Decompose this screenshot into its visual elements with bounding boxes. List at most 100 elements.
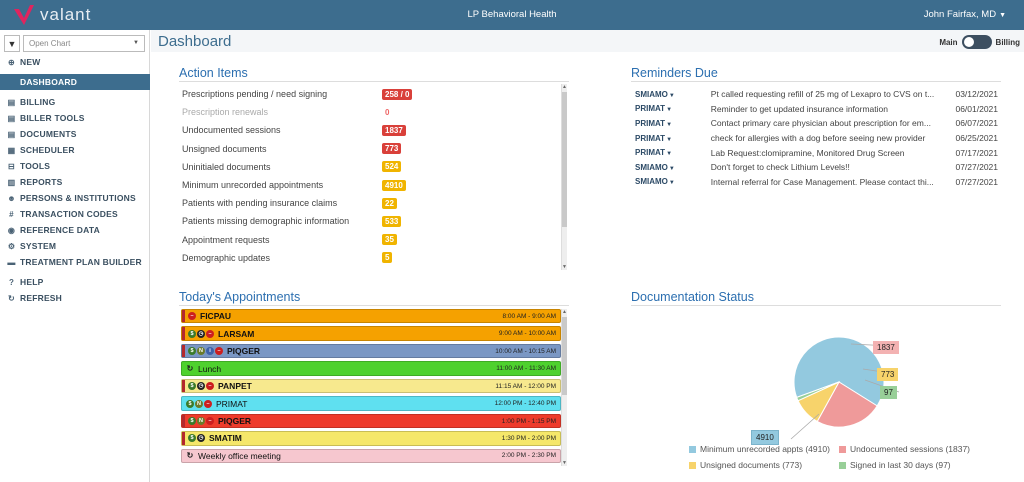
action-item-label[interactable]: Patients with pending insurance claims bbox=[179, 198, 382, 208]
count-badge[interactable]: 35 bbox=[382, 234, 397, 246]
reminder-text[interactable]: check for allergies with a dog before se… bbox=[711, 133, 950, 143]
action-item-label[interactable]: Demographic updates bbox=[179, 253, 382, 263]
user-menu[interactable]: John Fairfax, MD ▼ bbox=[924, 9, 1006, 20]
sidebar-item-label: BILLER TOOLS bbox=[20, 113, 85, 123]
action-item-label[interactable]: Minimum unrecorded appointments bbox=[179, 180, 382, 190]
reminder-row[interactable]: PRIMAT▼ Contact primary care physician ab… bbox=[633, 116, 998, 131]
scroll-down-icon[interactable]: ▼ bbox=[562, 264, 567, 270]
filter-icon[interactable]: ▼ bbox=[4, 35, 20, 52]
sidebar-item-treatment-plan-builder[interactable]: ▬ TREATMENT PLAN BUILDER bbox=[0, 254, 150, 270]
sidebar-item-scheduler[interactable]: ▦ SCHEDULER bbox=[0, 142, 150, 158]
reminder-user-dropdown[interactable]: PRIMAT▼ bbox=[633, 148, 711, 157]
main-billing-toggle[interactable]: Main Billing bbox=[939, 35, 1020, 49]
action-item-label[interactable]: Undocumented sessions bbox=[179, 125, 382, 135]
reminder-text[interactable]: Reminder to get updated insurance inform… bbox=[711, 104, 950, 114]
count-badge[interactable]: 1837 bbox=[382, 124, 406, 136]
action-item-label[interactable]: Unsigned documents bbox=[179, 144, 382, 154]
sidebar-item-new[interactable]: ⊕ NEW bbox=[0, 54, 150, 70]
count-badge[interactable]: 524 bbox=[382, 161, 402, 173]
sidebar-item-billing[interactable]: ▤ BILLING bbox=[0, 94, 150, 110]
count-badge[interactable]: 0 bbox=[382, 107, 392, 118]
reminder-row[interactable]: PRIMAT▼ check for allergies with a dog be… bbox=[633, 131, 998, 146]
appointment-icons: ↻ bbox=[186, 364, 194, 373]
scroll-thumb[interactable] bbox=[562, 317, 567, 395]
appointment-row[interactable]: $ Ni – PIQGER 10:00 AM - 10:15 AM bbox=[181, 343, 561, 359]
reminder-text[interactable]: Don't forget to check Lithium Levels!! bbox=[711, 162, 950, 172]
reminder-user-dropdown[interactable]: PRIMAT▼ bbox=[633, 119, 711, 128]
reminder-user-dropdown[interactable]: SMIAMO▼ bbox=[633, 163, 711, 172]
action-item-row[interactable]: Prescription renewals 0 bbox=[179, 103, 569, 121]
reminder-user-dropdown[interactable]: SMIAMO▼ bbox=[633, 177, 711, 186]
reminder-row[interactable]: SMIAMO▼ Internal referral for Case Manage… bbox=[633, 175, 998, 190]
appointment-row[interactable]: $ ◷ – LARSAM 9:00 AM - 10:00 AM bbox=[181, 326, 561, 341]
count-badge[interactable]: 4910 bbox=[382, 179, 406, 191]
appointment-row[interactable]: $ N – PIQGER 1:00 PM - 1:15 PM bbox=[181, 413, 561, 429]
reminder-row[interactable]: PRIMAT▼ Lab Request:clomipramine, Monitor… bbox=[633, 145, 998, 160]
action-item-row[interactable]: Uninitialed documents 524 bbox=[179, 158, 569, 176]
count-badge[interactable]: 258 / 0 bbox=[382, 88, 413, 100]
appointment-row[interactable]: $ N – PRIMAT 12:00 PM - 12:40 PM bbox=[181, 396, 561, 411]
sidebar-item-reference-data[interactable]: ◉ REFERENCE DATA bbox=[0, 222, 150, 238]
sidebar-item-tools[interactable]: ⊟ TOOLS bbox=[0, 158, 150, 174]
documentation-pie-chart bbox=[790, 336, 900, 440]
appointment-row[interactable]: ↻ Lunch 11:00 AM - 11:30 AM bbox=[181, 361, 561, 376]
sidebar-item-dashboard[interactable]: DASHBOARD bbox=[0, 74, 150, 90]
reminder-row[interactable]: SMIAMO▼ Pt called requesting refill of 25… bbox=[633, 87, 998, 102]
reminder-text[interactable]: Pt called requesting refill of 25 mg of … bbox=[711, 89, 950, 99]
note-icon: N bbox=[195, 399, 203, 408]
count-badge[interactable]: 773 bbox=[382, 143, 402, 155]
action-item-label[interactable]: Uninitialed documents bbox=[179, 162, 382, 172]
reminder-user-dropdown[interactable]: PRIMAT▼ bbox=[633, 104, 711, 113]
sidebar-item-reports[interactable]: ▥ REPORTS bbox=[0, 174, 150, 190]
count-badge[interactable]: 5 bbox=[382, 252, 393, 264]
pie-leader-line bbox=[790, 413, 820, 440]
action-item-label[interactable]: Prescriptions pending / need signing bbox=[179, 89, 382, 99]
action-item-label[interactable]: Prescription renewals bbox=[179, 107, 382, 117]
action-item-row[interactable]: Appointment requests 35 bbox=[179, 231, 569, 249]
sidebar-item-refresh[interactable]: ↻ REFRESH bbox=[0, 290, 150, 306]
sidebar-item-label: PERSONS & INSTITUTIONS bbox=[20, 193, 136, 203]
action-item-row[interactable]: Demographic updates 5 bbox=[179, 249, 569, 267]
action-item-row[interactable]: Patients missing demographic information… bbox=[179, 212, 569, 230]
action-item-row[interactable]: Undocumented sessions 1837 bbox=[179, 121, 569, 139]
action-item-row[interactable]: Unsigned documents 773 bbox=[179, 140, 569, 158]
appointment-icons: – bbox=[188, 312, 196, 321]
reminder-text[interactable]: Contact primary care physician about pre… bbox=[711, 118, 950, 128]
toggle-knob bbox=[963, 37, 974, 47]
reminder-text[interactable]: Lab Request:clomipramine, Monitored Drug… bbox=[711, 148, 950, 158]
toggle-label-main: Main bbox=[939, 37, 958, 47]
action-items-scrollbar[interactable]: ▲ ▼ bbox=[561, 84, 567, 270]
appointment-row[interactable]: – FICPAU 8:00 AM - 9:00 AM bbox=[181, 309, 561, 324]
action-item-row[interactable]: Prescriptions pending / need signing 258 … bbox=[179, 85, 569, 103]
scroll-thumb[interactable] bbox=[562, 92, 567, 227]
count-badge[interactable]: 22 bbox=[382, 197, 397, 209]
action-item-label[interactable]: Appointment requests bbox=[179, 235, 382, 245]
appointments-scrollbar[interactable]: ▲ ▼ bbox=[561, 309, 567, 466]
appointment-row[interactable]: $ ◷ – PANPET 11:15 AM - 12:00 PM bbox=[181, 378, 561, 394]
action-item-label[interactable]: Patients missing demographic information bbox=[179, 216, 382, 226]
scroll-down-icon[interactable]: ▼ bbox=[562, 460, 567, 466]
sidebar-item-biller-tools[interactable]: ▤ BILLER TOOLS bbox=[0, 110, 150, 126]
action-item-row[interactable]: Minimum unrecorded appointments 4910 bbox=[179, 176, 569, 194]
reminder-row[interactable]: PRIMAT▼ Reminder to get updated insurance… bbox=[633, 102, 998, 117]
reminder-user-dropdown[interactable]: SMIAMO▼ bbox=[633, 90, 711, 99]
scroll-up-icon[interactable]: ▲ bbox=[562, 309, 567, 315]
appointment-row[interactable]: ↻ Weekly office meeting 2:00 PM - 2:30 PM bbox=[181, 448, 561, 464]
callout-undocumented: 1837 bbox=[873, 341, 899, 354]
sidebar-item-help[interactable]: ? HELP bbox=[0, 274, 150, 290]
reminder-row[interactable]: SMIAMO▼ Don't forget to check Lithium Lev… bbox=[633, 160, 998, 175]
appointment-row[interactable]: $ ◷ SMATIM 1:30 PM - 2:00 PM bbox=[181, 431, 561, 446]
reminder-user-dropdown[interactable]: PRIMAT▼ bbox=[633, 134, 711, 143]
reminders-title: Reminders Due bbox=[631, 66, 718, 80]
sidebar-item-transaction-codes[interactable]: # TRANSACTION CODES bbox=[0, 206, 150, 222]
count-badge[interactable]: 533 bbox=[382, 215, 402, 227]
no-entry-icon: – bbox=[188, 312, 196, 321]
sidebar-item-documents[interactable]: ▤ DOCUMENTS bbox=[0, 126, 150, 142]
scroll-up-icon[interactable]: ▲ bbox=[562, 84, 567, 90]
reminder-text[interactable]: Internal referral for Case Management. P… bbox=[711, 177, 950, 187]
action-item-row[interactable]: Patients with pending insurance claims 22 bbox=[179, 194, 569, 212]
toggle-switch[interactable] bbox=[961, 35, 992, 49]
sidebar-item-persons-institutions[interactable]: ☻ PERSONS & INSTITUTIONS bbox=[0, 190, 150, 206]
open-chart-select[interactable]: Open Chart ▼ bbox=[23, 35, 145, 52]
sidebar-item-system[interactable]: ⚙ SYSTEM bbox=[0, 238, 150, 254]
